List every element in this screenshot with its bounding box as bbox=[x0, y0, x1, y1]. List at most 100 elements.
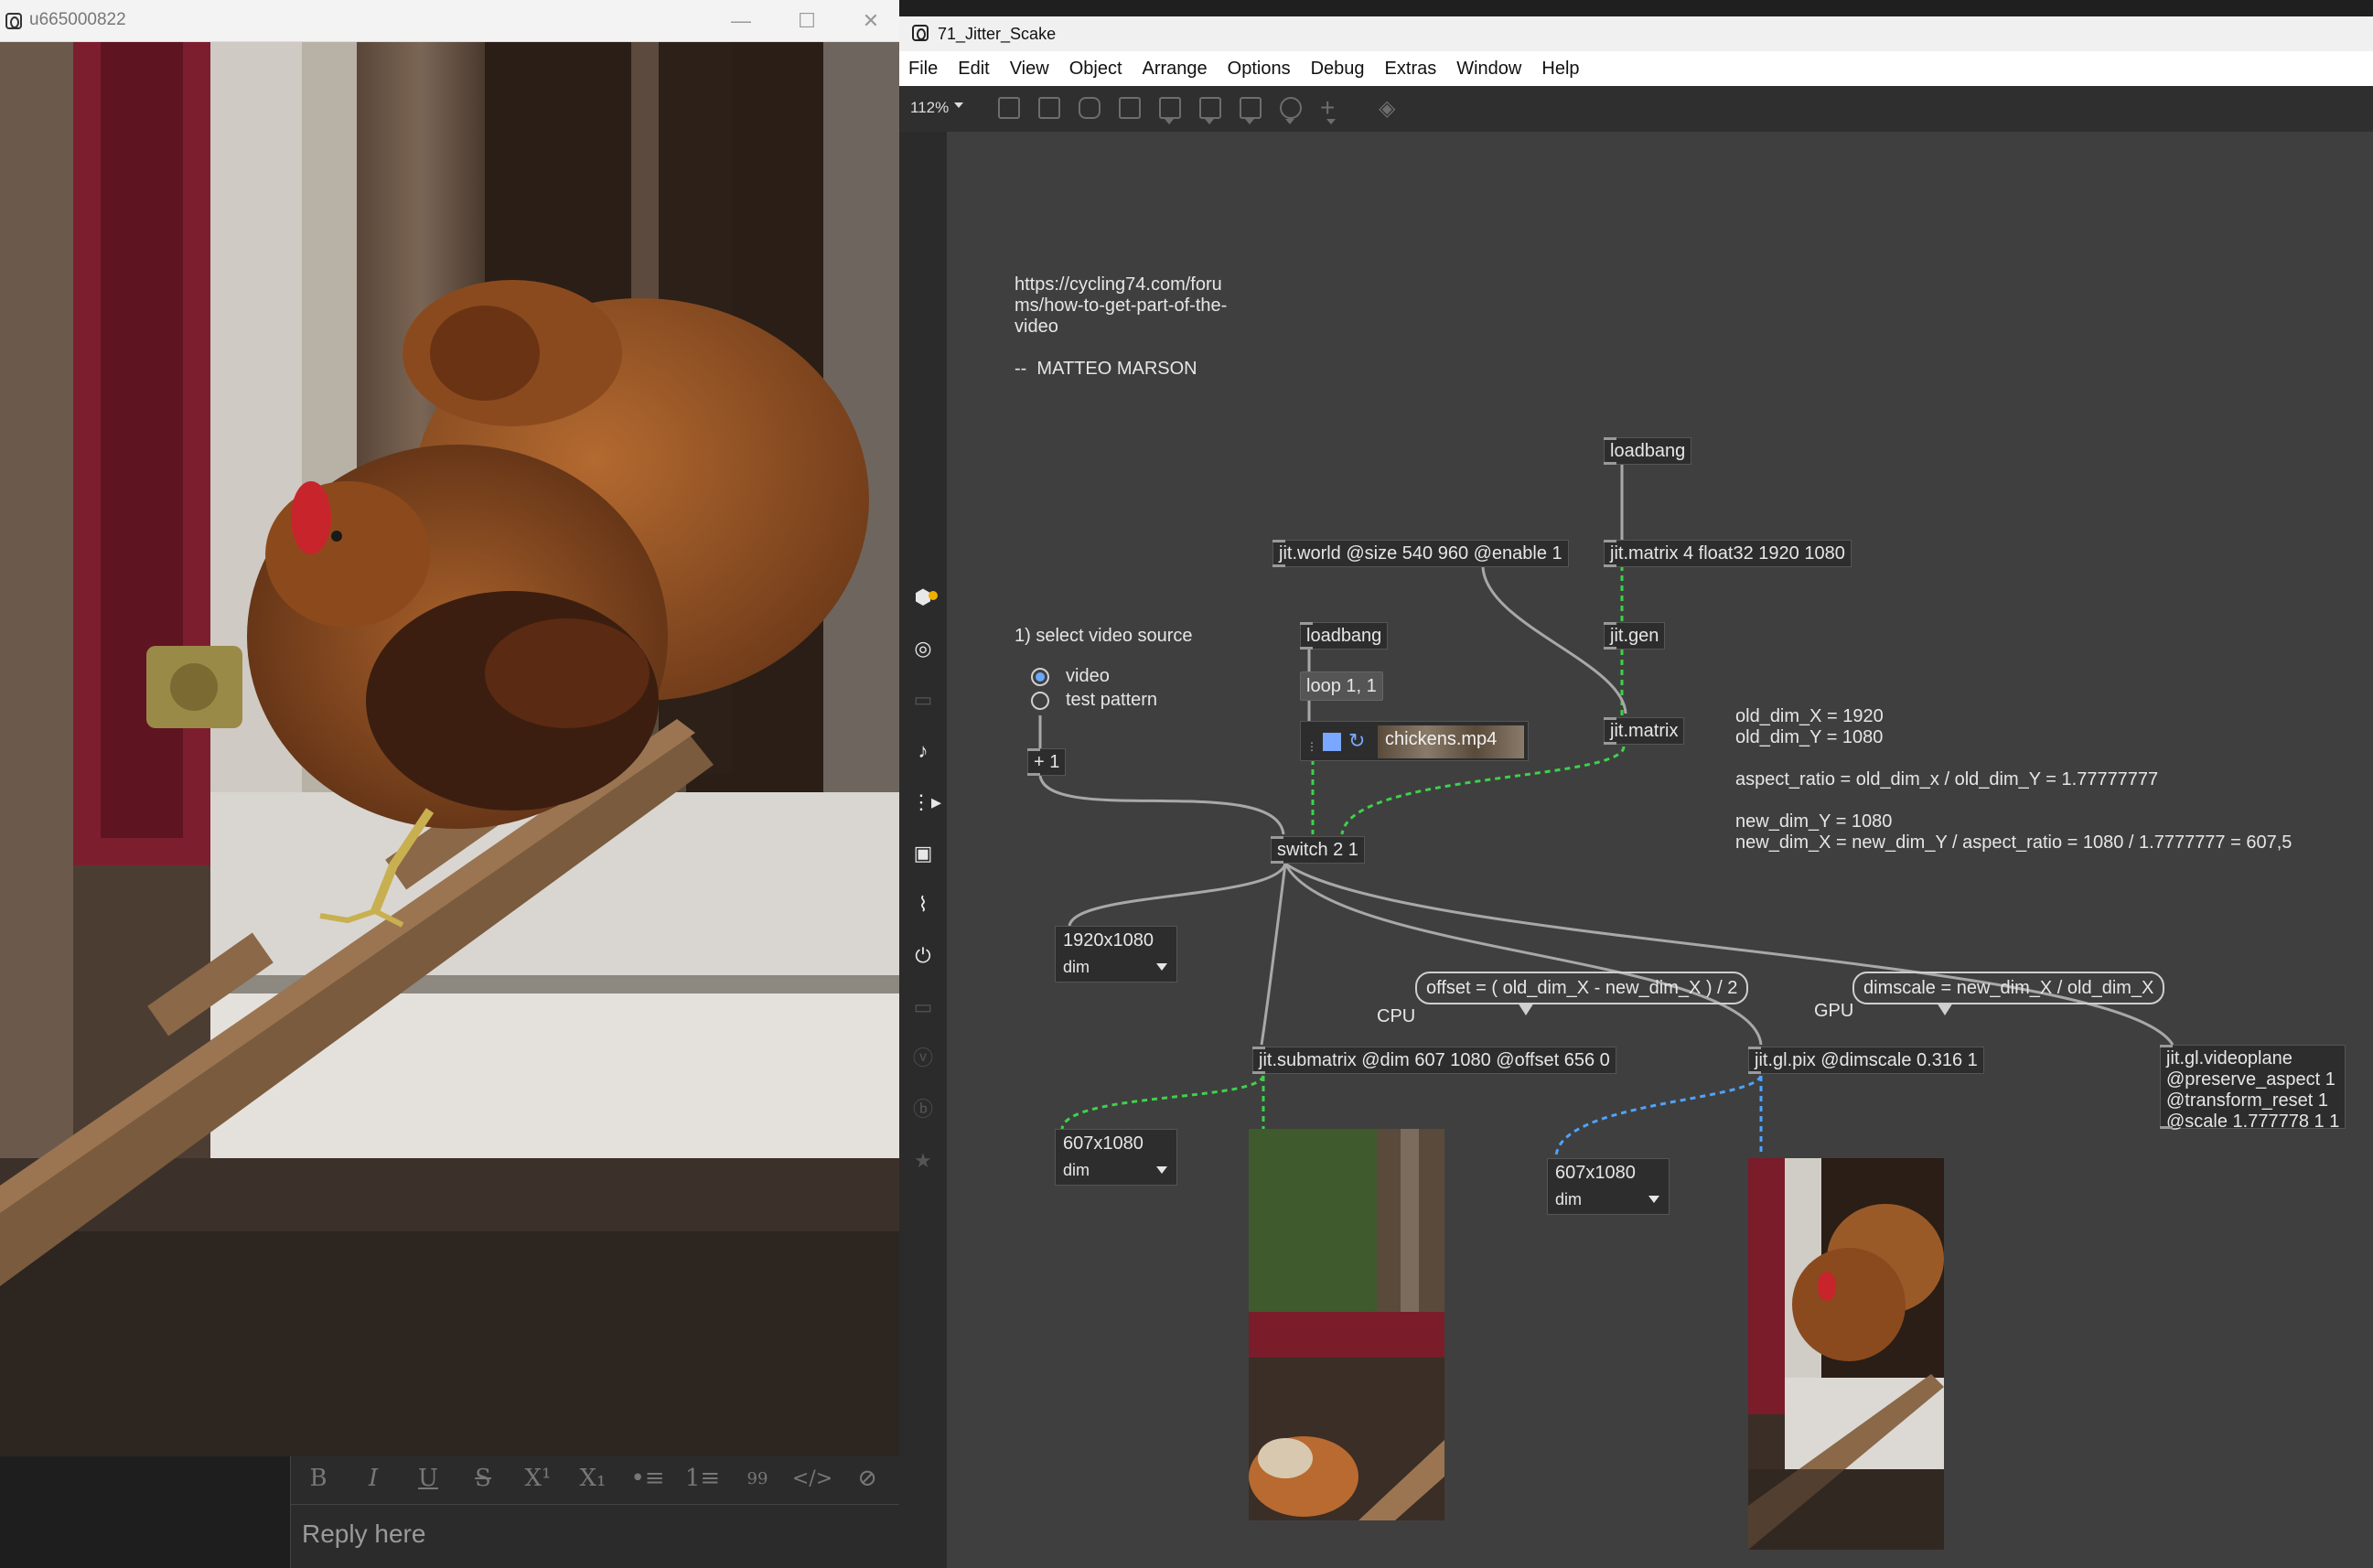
jit-submatrix-object[interactable]: jit.submatrix @dim 607 1080 @offset 656 … bbox=[1252, 1047, 1616, 1074]
button-icon[interactable] bbox=[1159, 97, 1181, 119]
chevron-down-icon[interactable] bbox=[1648, 1196, 1659, 1203]
credits-comment: https://cycling74.com/foru ms/how-to-get… bbox=[1015, 274, 1228, 379]
chevron-down-icon[interactable] bbox=[1285, 119, 1294, 124]
menu-extras[interactable]: Extras bbox=[1385, 59, 1437, 80]
dim-display[interactable]: 607x1080 dim bbox=[1055, 1129, 1177, 1186]
jit-world-object[interactable]: jit.world @size 540 960 @enable 1 bbox=[1272, 540, 1569, 567]
plug-icon[interactable]: ⏻ bbox=[911, 944, 935, 968]
menu-help[interactable]: Help bbox=[1541, 59, 1579, 80]
bubble-tail bbox=[1518, 1003, 1534, 1015]
minimize-icon[interactable]: — bbox=[723, 9, 759, 33]
menu-options[interactable]: Options bbox=[1228, 59, 1291, 80]
chevron-down-icon[interactable] bbox=[1245, 119, 1254, 124]
presentation-icon[interactable] bbox=[1038, 97, 1060, 119]
dim-value: 1920x1080 bbox=[1063, 930, 1154, 950]
chevron-down-icon[interactable] bbox=[1156, 963, 1167, 971]
numbered-list-icon[interactable]: 1≡ bbox=[675, 1465, 730, 1492]
menu-object[interactable]: Object bbox=[1069, 59, 1122, 80]
dim-display[interactable]: 607x1080 dim bbox=[1547, 1158, 1670, 1215]
music-icon[interactable]: ♪ bbox=[911, 739, 935, 763]
stop-icon[interactable] bbox=[1323, 733, 1341, 751]
reply-format-toolbar: B I U S X¹ X₁ •≡ 1≡ 99 </> ⊘ bbox=[291, 1456, 899, 1500]
maximize-icon[interactable]: ☐ bbox=[789, 9, 825, 33]
menu-view[interactable]: View bbox=[1010, 59, 1049, 80]
patcher-toolbar: 112% + ◈ bbox=[899, 86, 2373, 132]
dim-display[interactable]: 1920x1080 dim bbox=[1055, 926, 1177, 983]
left-sidebar: ⬢ ◎ ▭ ♪ ⋮▸ ▣ ⌇ ⏻ ▭ ⓥ ⓑ ★ bbox=[899, 132, 947, 1568]
max-app-icon bbox=[912, 25, 929, 41]
bold-icon[interactable]: B bbox=[291, 1465, 346, 1492]
jit-playlist-player[interactable]: ⋮ ↻ chickens.mp4 bbox=[1300, 721, 1529, 761]
chevron-down-icon[interactable] bbox=[1205, 119, 1214, 124]
sequence-icon[interactable]: ⋮▸ bbox=[911, 790, 941, 814]
menu-edit[interactable]: Edit bbox=[958, 59, 989, 80]
chevron-down-icon[interactable] bbox=[1326, 119, 1336, 124]
superscript-icon[interactable]: X¹ bbox=[510, 1465, 565, 1492]
play-icon[interactable] bbox=[1199, 97, 1221, 119]
link-icon[interactable]: ⊘ bbox=[840, 1465, 895, 1492]
radio-test-pattern[interactable] bbox=[1031, 692, 1049, 710]
v-icon[interactable]: ⓥ bbox=[911, 1047, 935, 1070]
jit-gl-pix-object[interactable]: jit.gl.pix @dimscale 0.316 1 bbox=[1748, 1047, 1984, 1074]
reply-left-panel bbox=[0, 1456, 291, 1568]
star-icon[interactable]: ★ bbox=[911, 1149, 935, 1173]
menu-debug[interactable]: Debug bbox=[1311, 59, 1365, 80]
dim-value: 607x1080 bbox=[1063, 1133, 1144, 1154]
cable bbox=[1554, 1075, 1763, 1157]
cpu-preview-window bbox=[1249, 1129, 1444, 1520]
drag-handle-icon[interactable]: ⋮ bbox=[1306, 740, 1317, 753]
offset-formula-comment: offset = ( old_dim_X - new_dim_X ) / 2 bbox=[1415, 972, 1749, 1015]
loop-message[interactable]: loop 1, 1 bbox=[1300, 671, 1383, 701]
paint-bucket-icon[interactable]: ◈ bbox=[1379, 95, 1395, 122]
plus-one-object[interactable]: + 1 bbox=[1027, 748, 1067, 776]
radio-video[interactable] bbox=[1031, 668, 1049, 686]
video-frame bbox=[0, 42, 899, 1456]
patcher-titlebar: 71_Jitter_Scake bbox=[899, 16, 2373, 51]
paperclip-icon[interactable]: ⌇ bbox=[911, 893, 935, 917]
subscript-icon[interactable]: X₁ bbox=[565, 1465, 620, 1492]
target-icon[interactable]: ◎ bbox=[911, 637, 935, 660]
chevron-down-icon[interactable] bbox=[1156, 1166, 1167, 1174]
dial-icon[interactable] bbox=[1280, 97, 1302, 119]
lock-icon[interactable] bbox=[998, 97, 1020, 119]
radio-video-label: video bbox=[1066, 666, 1110, 686]
loadbang-object[interactable]: loadbang bbox=[1300, 622, 1389, 650]
menu-file[interactable]: File bbox=[908, 59, 938, 80]
jit-matrix-float-object[interactable]: jit.matrix 4 float32 1920 1080 bbox=[1604, 540, 1852, 567]
max-patcher-window: 71_Jitter_Scake File Edit View Object Ar… bbox=[899, 0, 2373, 1568]
b-icon[interactable]: ⓑ bbox=[911, 1098, 935, 1122]
loop-icon[interactable]: ↻ bbox=[1348, 729, 1365, 753]
zoom-dropdown-icon[interactable] bbox=[954, 102, 963, 108]
strikethrough-icon[interactable]: S bbox=[456, 1465, 510, 1492]
jit-gen-object[interactable]: jit.gen bbox=[1604, 622, 1666, 650]
dimscale-formula-comment: dimscale = new_dim_X / old_dim_X bbox=[1852, 972, 2165, 1015]
code-icon[interactable]: </> bbox=[785, 1467, 840, 1490]
chevron-down-icon[interactable] bbox=[1165, 119, 1174, 124]
film-icon[interactable]: ▭ bbox=[911, 688, 935, 712]
switch-object[interactable]: switch 2 1 bbox=[1271, 836, 1365, 864]
comment-icon[interactable] bbox=[1079, 97, 1101, 119]
underline-icon[interactable]: U bbox=[401, 1465, 456, 1492]
image-icon[interactable]: ▣ bbox=[911, 842, 935, 865]
bullet-list-icon[interactable]: •≡ bbox=[620, 1465, 675, 1492]
radio-test-pattern-label: test pattern bbox=[1066, 690, 1158, 710]
zoom-level[interactable]: 112% bbox=[910, 99, 949, 117]
jit-gl-videoplane-object[interactable]: jit.gl.videoplane @preserve_aspect 1 @tr… bbox=[2160, 1045, 2346, 1132]
menu-arrange[interactable]: Arrange bbox=[1143, 59, 1208, 80]
cable bbox=[1260, 863, 1287, 1046]
reply-input[interactable]: Reply here bbox=[291, 1504, 899, 1564]
patcher-canvas[interactable]: https://cycling74.com/foru ms/how-to-get… bbox=[947, 132, 2373, 1568]
menubar: File Edit View Object Arrange Options De… bbox=[899, 51, 2373, 86]
clip-filename: chickens.mp4 bbox=[1385, 729, 1498, 749]
loadbang-object[interactable]: loadbang bbox=[1604, 437, 1692, 465]
cable bbox=[1060, 1075, 1265, 1130]
max-app-icon bbox=[5, 13, 22, 29]
clear-icon[interactable] bbox=[1119, 97, 1141, 119]
jit-matrix-object[interactable]: jit.matrix bbox=[1604, 717, 1685, 745]
italic-icon[interactable]: I bbox=[346, 1465, 401, 1492]
menu-window[interactable]: Window bbox=[1456, 59, 1521, 80]
close-icon[interactable]: ✕ bbox=[853, 9, 889, 33]
slider-icon[interactable] bbox=[1240, 97, 1262, 119]
quote-icon[interactable]: 99 bbox=[730, 1469, 785, 1488]
plugin-icon[interactable]: ▭ bbox=[911, 995, 935, 1019]
